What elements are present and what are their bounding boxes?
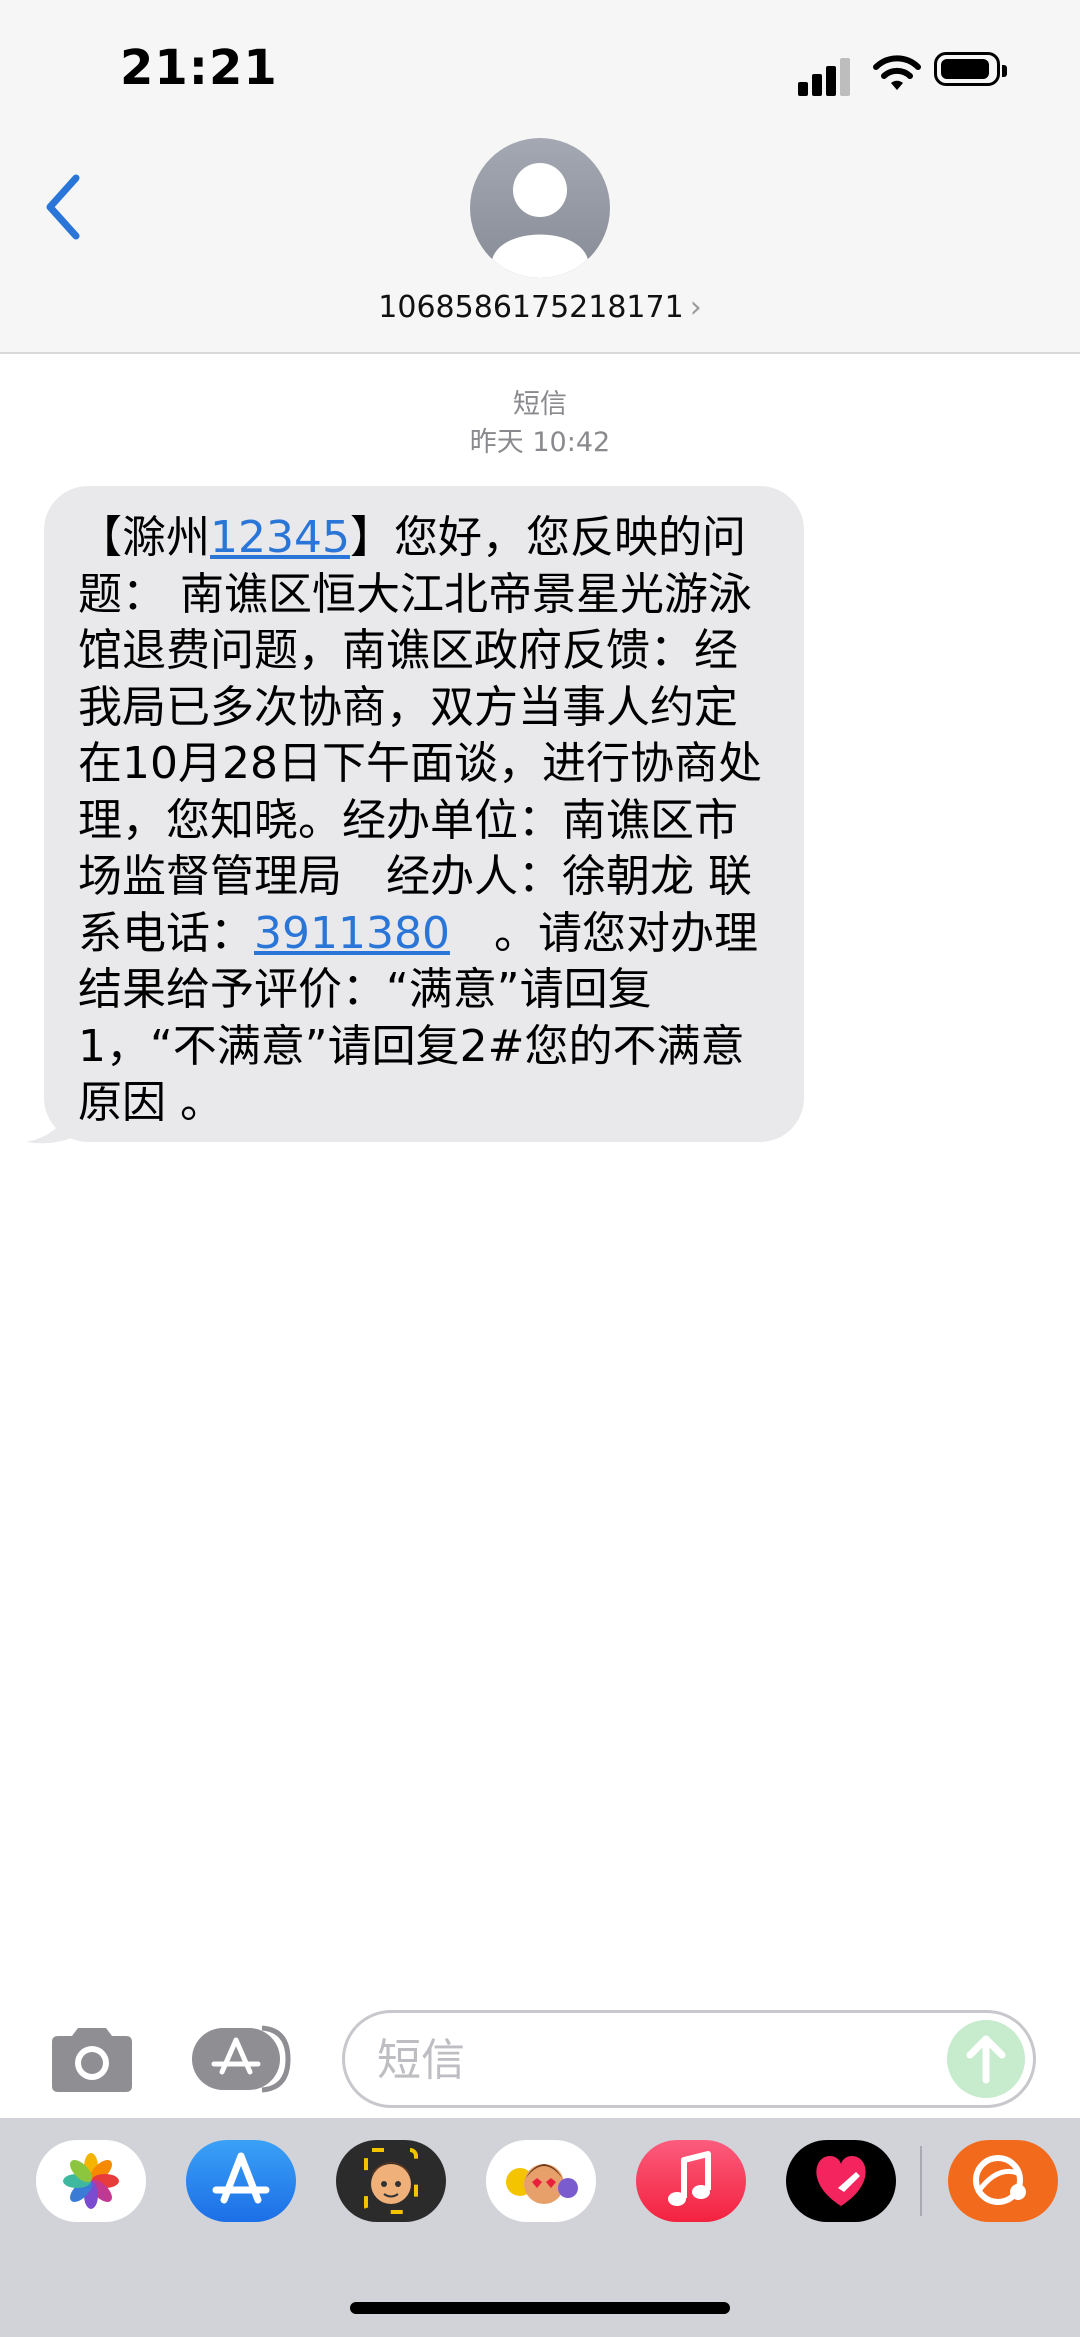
message-meta: 短信 昨天 10:42: [0, 386, 1080, 462]
wifi-icon: [873, 55, 921, 90]
message-timestamp: 昨天 10:42: [469, 427, 611, 458]
contact-name-button[interactable]: 1068586175218171 ›: [0, 290, 1080, 325]
send-button[interactable]: [947, 2020, 1025, 2098]
contact-avatar[interactable]: [470, 138, 610, 278]
apps-button[interactable]: [192, 2024, 296, 2094]
camera-button[interactable]: [48, 2024, 136, 2094]
arrow-up-icon: [966, 2035, 1006, 2084]
service-label: 短信: [513, 389, 567, 420]
app-store-icon: [192, 2025, 291, 2093]
hupu-icon: [973, 2155, 1026, 2205]
memoji-app-button[interactable]: [336, 2140, 446, 2222]
home-indicator[interactable]: [350, 2302, 730, 2314]
photos-app-button[interactable]: [36, 2140, 146, 2222]
message-input[interactable]: [375, 2013, 939, 2107]
conversation-header: 21:21 1068586175218171 ›: [0, 0, 1080, 354]
message-text: 【滁州: [78, 512, 210, 563]
message-input-field[interactable]: [342, 2010, 1036, 2108]
status-time: 21:21: [120, 40, 278, 96]
drawer-divider: [920, 2146, 922, 2216]
hupu-app-button[interactable]: [948, 2140, 1058, 2222]
music-app-button[interactable]: [636, 2140, 746, 2222]
person-icon: [492, 163, 588, 278]
phone-link-3911380[interactable]: 3911380: [254, 908, 450, 959]
digital-touch-app-button[interactable]: [786, 2140, 896, 2222]
app-store-app-button[interactable]: [186, 2140, 296, 2222]
stickers-app-button[interactable]: [486, 2140, 596, 2222]
phone-link-12345[interactable]: 12345: [210, 512, 350, 563]
memoji-icon: [364, 2148, 418, 2214]
app-drawer: [0, 2118, 1080, 2337]
back-button[interactable]: [40, 172, 90, 242]
photos-icon: [63, 2153, 119, 2209]
battery-icon: [934, 52, 1007, 86]
heart-icon: [816, 2156, 866, 2206]
incoming-message-bubble[interactable]: 【滁州12345】您好，您反映的问题： 南谯区恒大江北帝景星光游泳馆退费问题，南…: [44, 486, 804, 1142]
chevron-right-icon: ›: [689, 290, 702, 325]
contact-number: 1068586175218171: [378, 290, 684, 325]
app-store-icon: [212, 2152, 270, 2204]
animoji-stickers-icon: [506, 2164, 578, 2204]
music-note-icon: [668, 2151, 711, 2206]
message-text: 】您好，您反映的问题： 南谯区恒大江北帝景星光游泳馆退费问题，南谯区政府反馈：经…: [78, 512, 762, 959]
cellular-signal-icon: [798, 56, 854, 96]
